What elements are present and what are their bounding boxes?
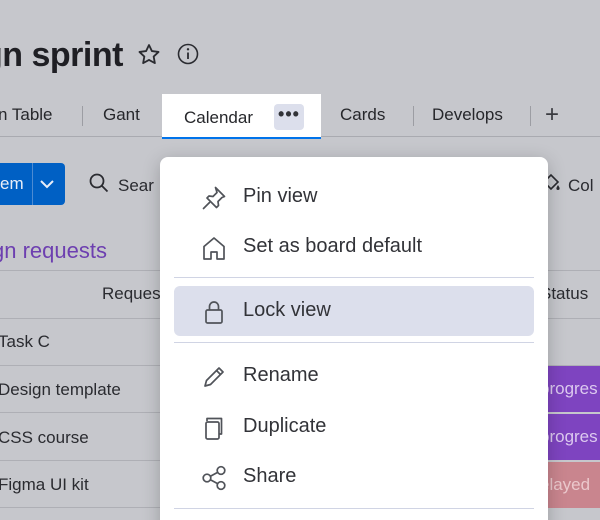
tab-separator [530, 106, 531, 126]
tab-more-options-button[interactable]: ••• [274, 104, 304, 130]
tab-calendar-label: Calendar [184, 108, 253, 127]
view-options-menu: Pin view Set as board default Lock view … [160, 157, 548, 520]
tab-cards[interactable]: Cards [340, 94, 385, 138]
lock-icon [200, 298, 228, 326]
menu-item-pin-view[interactable]: Pin view [174, 172, 534, 222]
tab-separator [82, 106, 83, 126]
menu-item-label: Set as board default [243, 235, 423, 257]
menu-item-share[interactable]: Share [174, 452, 534, 502]
title-actions [136, 42, 200, 68]
new-item-button[interactable]: em [0, 163, 65, 205]
tab-gantt[interactable]: Gant [103, 94, 140, 138]
search-icon [88, 172, 110, 199]
pin-icon [200, 184, 228, 212]
search-button[interactable]: Sear [88, 172, 154, 199]
tab-main-table[interactable]: n Table [0, 94, 53, 138]
duplicate-icon [200, 414, 228, 442]
column-header-request[interactable]: Reques [102, 284, 161, 304]
menu-item-label: Pin view [243, 185, 318, 207]
menu-item-rename[interactable]: Rename [174, 351, 534, 401]
home-icon [200, 234, 228, 262]
row-divider [0, 318, 162, 319]
table-row-name[interactable]: CSS course [0, 428, 89, 448]
pencil-icon [200, 363, 228, 391]
new-item-label: em [0, 174, 24, 193]
menu-separator [174, 508, 534, 509]
table-row-name[interactable]: Figma UI kit [0, 475, 89, 495]
tab-calendar[interactable]: Calendar ••• [162, 94, 321, 139]
menu-item-lock-view[interactable]: Lock view [174, 286, 534, 336]
menu-item-label: Duplicate [243, 415, 327, 437]
board-title: gn sprint [0, 36, 123, 74]
menu-item-set-board-default[interactable]: Set as board default [174, 222, 534, 272]
row-divider [0, 365, 162, 366]
row-divider [0, 412, 162, 413]
table-row-name[interactable]: Task C [0, 332, 50, 352]
color-label: Col [568, 175, 594, 195]
menu-item-label: Lock view [243, 299, 331, 321]
info-icon[interactable] [176, 42, 200, 68]
star-icon[interactable] [136, 42, 162, 68]
row-divider [0, 460, 162, 461]
tab-develops[interactable]: Develops [432, 94, 503, 138]
button-divider [32, 163, 33, 205]
menu-item-label: Rename [243, 364, 319, 386]
table-row-name[interactable]: Design template [0, 380, 121, 400]
menu-separator [174, 342, 534, 343]
add-view-button[interactable]: + [545, 100, 559, 130]
menu-item-label: Share [243, 465, 297, 487]
color-button[interactable]: Col [540, 172, 594, 199]
group-title[interactable]: gn requests [0, 238, 107, 264]
tab-separator [413, 106, 414, 126]
search-label: Sear [118, 175, 154, 195]
header-top-border [0, 270, 162, 271]
menu-separator [174, 277, 534, 278]
menu-item-duplicate[interactable]: Duplicate [174, 402, 534, 452]
row-divider [0, 507, 162, 508]
chevron-down-icon[interactable] [38, 176, 56, 197]
share-icon [200, 464, 228, 492]
